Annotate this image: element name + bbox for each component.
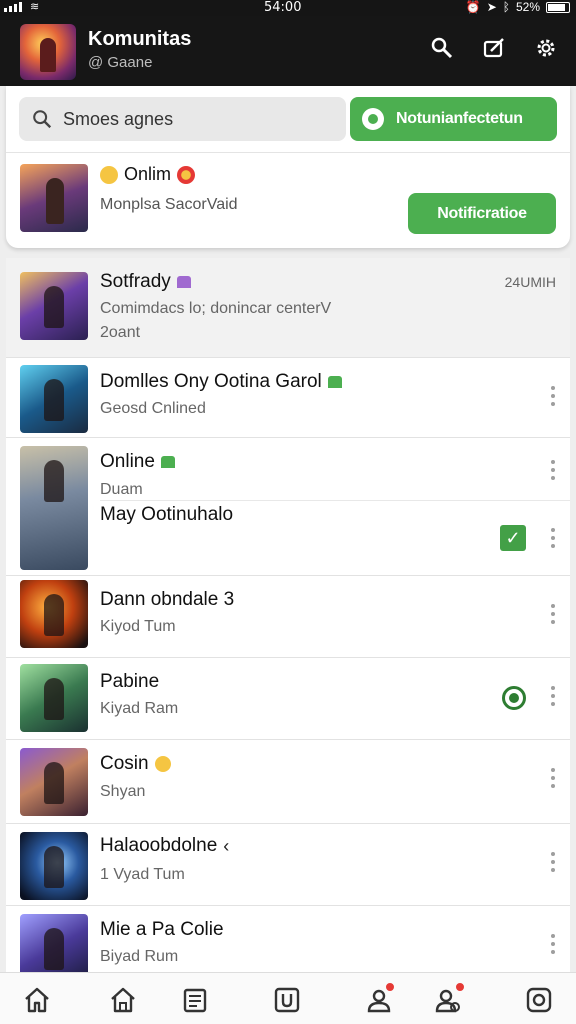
more-options-icon[interactable] — [550, 934, 556, 958]
notification-badge — [384, 981, 396, 993]
divider — [6, 152, 570, 153]
avatar — [20, 914, 88, 972]
list-item-name: May Ootinuhalo — [100, 504, 234, 525]
list-item-subtitle: Geosd Cnlined — [100, 400, 206, 417]
location-icon: ➤ — [486, 0, 497, 14]
status-right: ⏰ ➤ ᛒ 52% — [466, 0, 570, 14]
arrow-icon: ‹ — [223, 835, 230, 856]
search-placeholder: Smoes agnes — [63, 109, 174, 129]
list-item[interactable]: Pabine Kiyad Ram — [6, 658, 570, 740]
list-item[interactable]: Mie a Pa Colie Biyad Rum — [6, 906, 570, 972]
list-item-name: Halaoobdolne — [100, 835, 218, 856]
checkbox[interactable]: ✓ — [500, 525, 526, 551]
more-options-icon[interactable] — [550, 460, 556, 484]
notification-button-label: Notunianfectetun — [396, 110, 523, 127]
alarm-icon: ⏰ — [465, 0, 481, 14]
emoji-icon — [154, 756, 171, 772]
list-item-subtitle: Duam — [100, 481, 143, 498]
app-title: Komunitas — [88, 28, 192, 50]
avatar — [20, 365, 88, 433]
list-item-name: Mie a Pa Colie — [100, 919, 224, 940]
more-options-icon[interactable] — [550, 686, 556, 710]
emoji-icon — [177, 165, 196, 184]
notification-badge — [454, 981, 466, 993]
list-item-name: Pabine — [100, 671, 160, 692]
avatar — [20, 832, 88, 900]
avatar — [20, 272, 88, 340]
signal-icon: ≋ — [4, 2, 39, 13]
list-item[interactable]: Domlles Ony Ootina Garol Geosd Cnlined — [6, 358, 570, 438]
bluetooth-icon: ᛒ — [502, 0, 510, 14]
status-time: 54:00 — [264, 0, 302, 15]
avatar — [20, 580, 88, 648]
chat-list: Sotfrady Comimdacs lo; donincar centerV … — [6, 258, 570, 972]
list-item-subtitle: Kiyad Ram — [100, 700, 179, 717]
list-item-name: Online — [100, 451, 155, 472]
bottom-nav — [0, 972, 576, 1024]
top-card: Smoes agnes Notunianfectetun Onlim Monpl… — [6, 86, 570, 248]
list-item[interactable]: Cosin Shyan — [6, 740, 570, 824]
group-icon — [176, 276, 191, 288]
app-subtitle: @ Gaane — [88, 54, 153, 71]
avatar — [20, 664, 88, 732]
game-icon — [160, 456, 175, 468]
more-options-icon[interactable] — [550, 852, 556, 876]
community-logo[interactable] — [20, 24, 76, 80]
list-item-name: Sotfrady — [100, 271, 171, 292]
online-subtitle: Monplsa SacorVaid — [100, 196, 238, 213]
notification-button-2[interactable]: Notificratioe — [408, 193, 556, 234]
more-options-icon[interactable] — [550, 768, 556, 792]
gear-icon[interactable] — [532, 36, 560, 64]
list-item-name: Domlles Ony Ootina Garol — [100, 371, 322, 392]
home-outline-icon[interactable] — [108, 985, 138, 1015]
emoji-icon — [100, 165, 118, 184]
list-item-subtitle: Comimdacs lo; donincar centerV — [100, 300, 332, 317]
timestamp: 24UMIH — [504, 274, 556, 290]
list-item[interactable]: Dann obndale 3 Kiyod Tum — [6, 576, 570, 658]
notification-button[interactable]: Notunianfectetun — [350, 97, 557, 141]
u-icon[interactable] — [272, 985, 302, 1015]
alert-person-icon[interactable] — [364, 981, 396, 1015]
list-item-subtitle-2: 2oant — [100, 324, 141, 341]
avatar — [20, 748, 88, 816]
more-options-icon[interactable] — [550, 528, 556, 552]
list-item-subtitle: Kiyod Tum — [100, 618, 176, 635]
status-bar: ≋ 54:00 ⏰ ➤ ᛒ 52% — [0, 0, 576, 16]
friends-icon[interactable] — [434, 981, 466, 1015]
list-item-name: Cosin — [100, 753, 149, 774]
more-options-icon[interactable] — [550, 386, 556, 410]
list-item[interactable]: Online Duam May Ootinuhalo ✓ — [6, 438, 570, 576]
online-status: Onlim — [100, 164, 196, 185]
list-item-subtitle: Biyad Rum — [100, 948, 179, 965]
game-icon — [327, 376, 342, 388]
app-bar: Komunitas @ Gaane — [0, 16, 576, 86]
news-icon[interactable] — [180, 985, 210, 1015]
chat-icon — [362, 108, 384, 130]
search-icon[interactable] — [428, 36, 456, 64]
search-bar[interactable]: Smoes agnes — [19, 97, 346, 141]
list-item-subtitle: 1 Vyad Tum — [100, 866, 185, 883]
online-label: Onlim — [124, 164, 172, 184]
battery-icon — [546, 1, 570, 13]
settings-icon[interactable] — [524, 985, 554, 1015]
more-options-icon[interactable] — [550, 604, 556, 628]
avatar — [20, 446, 88, 570]
list-item-name: Dann obndale 3 — [100, 589, 235, 610]
whatsapp-icon[interactable] — [502, 686, 526, 710]
home-icon[interactable] — [22, 985, 52, 1015]
list-item[interactable]: Halaoobdolne ‹ 1 Vyad Tum — [6, 824, 570, 906]
search-icon — [31, 108, 53, 135]
avatar[interactable] — [20, 164, 88, 232]
list-item[interactable]: Sotfrady Comimdacs lo; donincar centerV … — [6, 258, 570, 358]
list-item-subtitle: Shyan — [100, 783, 146, 800]
divider — [100, 500, 570, 501]
battery-percent: 52% — [515, 0, 540, 14]
compose-icon[interactable] — [480, 36, 508, 64]
